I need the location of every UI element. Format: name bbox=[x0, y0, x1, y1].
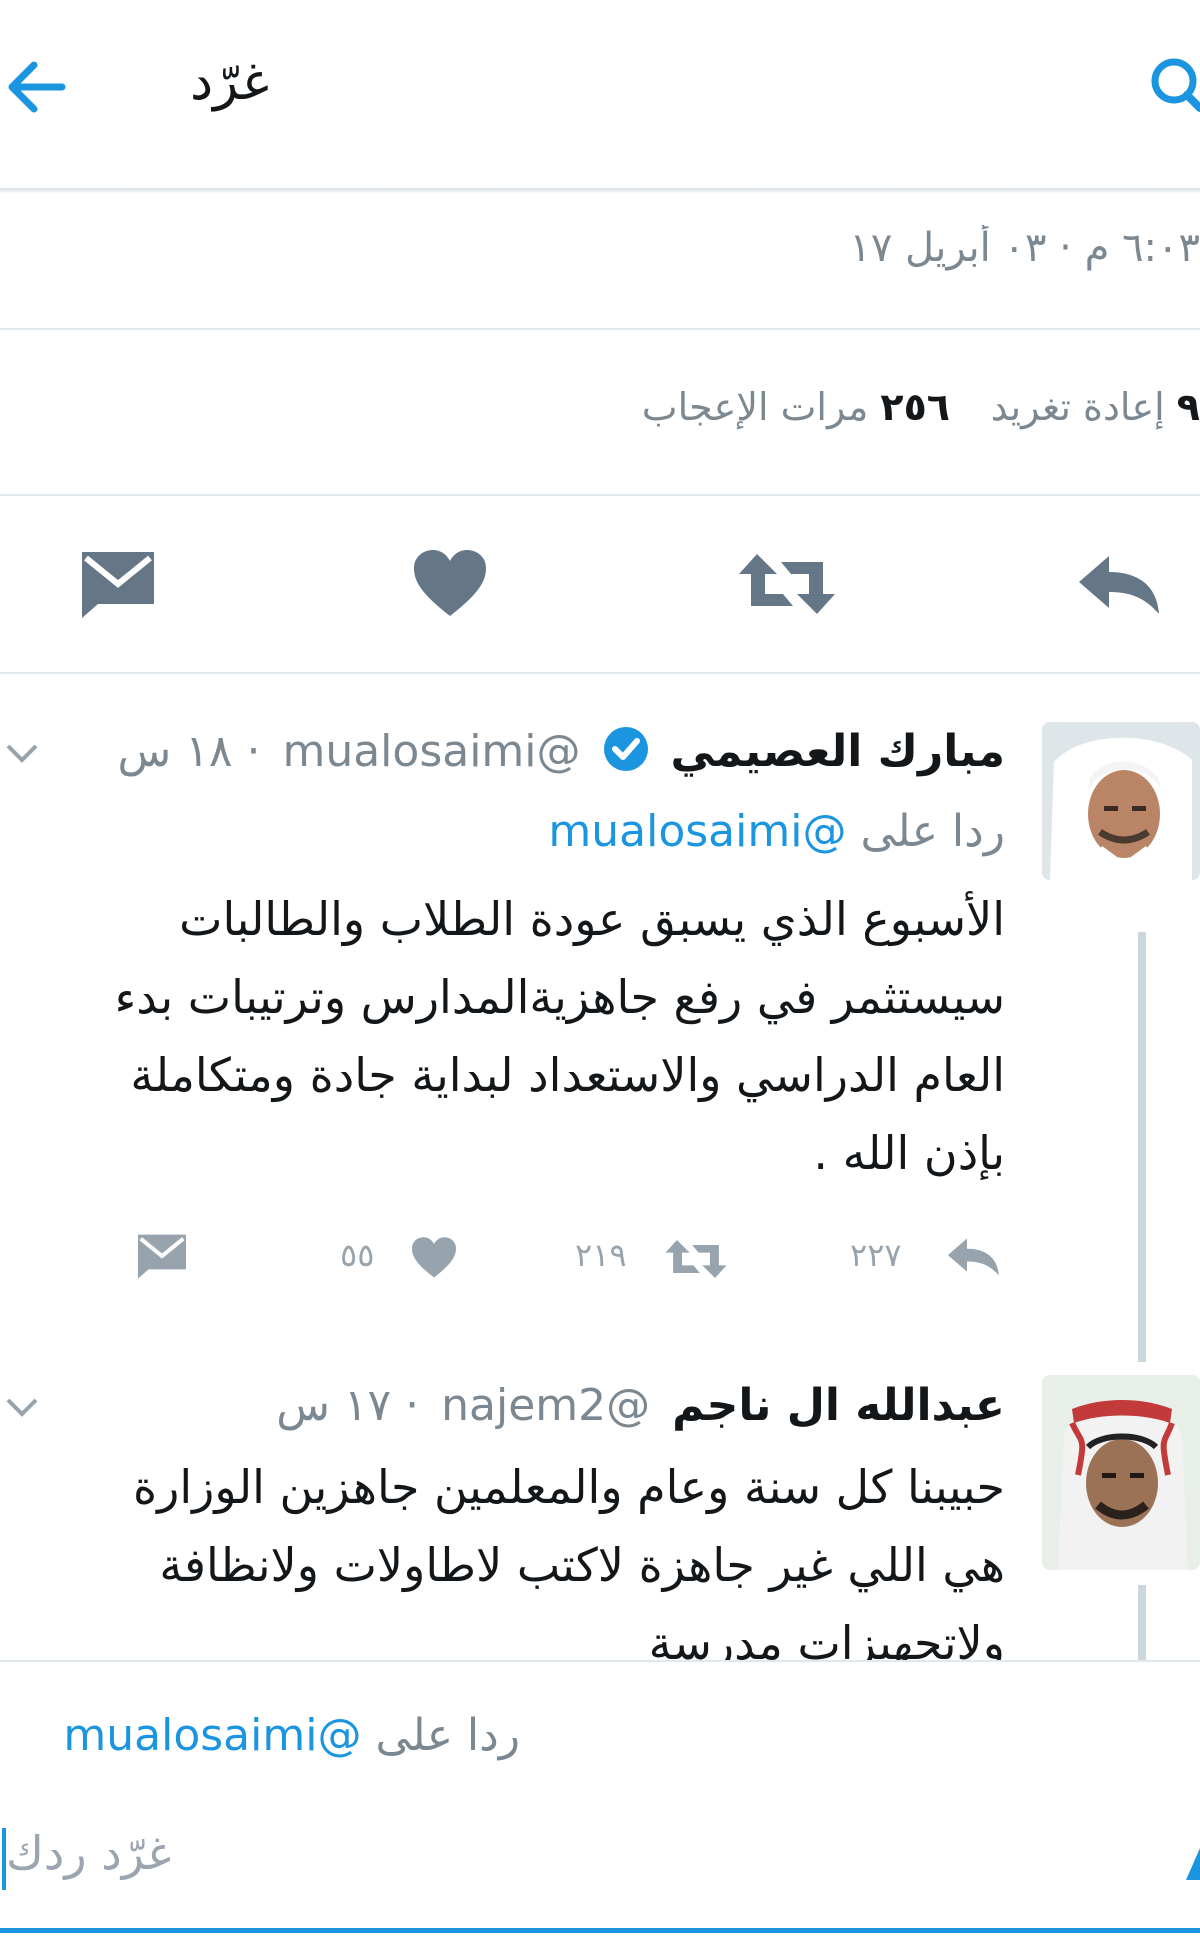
mail-action[interactable] bbox=[135, 1232, 195, 1282]
reply-action[interactable]: ٢٢٧ bbox=[850, 1232, 1010, 1282]
tweet-send-button[interactable] bbox=[1182, 1840, 1200, 1884]
reply-composer: ردا على @mualosaimi غرّد ردك bbox=[0, 1660, 1200, 1953]
retweets-label: إعادة تغريد bbox=[990, 385, 1165, 429]
reply-to-prefix: ردا على bbox=[860, 806, 1005, 857]
reply-to-handle[interactable]: @mualosaimi bbox=[63, 1710, 361, 1761]
retweets-count: ٩ bbox=[1176, 385, 1200, 429]
header-shadow bbox=[0, 188, 1200, 194]
avatar-person-image bbox=[1042, 722, 1200, 880]
retweet-button[interactable] bbox=[735, 548, 839, 620]
author-handle[interactable]: @najem2 bbox=[441, 1380, 650, 1431]
reply-button[interactable] bbox=[1075, 552, 1165, 618]
likes-stat[interactable]: ٢٥٦ مرات الإعجاب bbox=[630, 385, 950, 445]
retweet-icon bbox=[739, 554, 835, 614]
like-button[interactable] bbox=[412, 548, 488, 620]
more-options-button[interactable] bbox=[2, 1392, 42, 1422]
reply-time: · ١٨ س bbox=[117, 726, 261, 777]
arrow-left-icon bbox=[8, 61, 66, 113]
thread-line bbox=[1138, 1585, 1146, 1660]
chevron-down-icon bbox=[6, 744, 38, 763]
reply-header: مبارك العصيمي @mualosaimi · ١٨ س bbox=[118, 722, 1005, 782]
tweet-line: الأسبوع الذي يسبق عودة الطلاب والطالبات bbox=[179, 892, 1005, 946]
mail-icon bbox=[82, 552, 154, 618]
retweets-stat[interactable]: ٩ إعادة تغريد bbox=[960, 385, 1200, 445]
likes-label: مرات الإعجاب bbox=[641, 385, 869, 429]
reply-to-handle[interactable]: @mualosaimi bbox=[548, 806, 846, 857]
tweet-body: الأسبوع الذي يسبق عودة الطلاب والطالبات … bbox=[15, 880, 1005, 1192]
reply-icon bbox=[947, 1238, 999, 1276]
reply-to-prefix: ردا على bbox=[375, 1710, 520, 1761]
avatar[interactable] bbox=[1042, 1375, 1200, 1570]
tweet-body: حبيبنا كل سنة وعام والمعلمين جاهزين الوز… bbox=[40, 1448, 1005, 1660]
reply-to-line: ردا على @mualosaimi bbox=[300, 806, 1005, 866]
mail-button[interactable] bbox=[78, 548, 158, 620]
like-action[interactable]: ٥٥ bbox=[340, 1232, 470, 1282]
chevron-down-icon bbox=[6, 1398, 38, 1417]
divider bbox=[0, 328, 1200, 330]
avatar[interactable] bbox=[1042, 722, 1200, 880]
reply-icon bbox=[1079, 556, 1159, 614]
reply-placeholder: غرّد ردك bbox=[6, 1826, 172, 1880]
like-count: ٥٥ bbox=[340, 1236, 375, 1274]
top-bar: غرّد bbox=[0, 0, 1200, 190]
tweet-line: بإذن الله . bbox=[813, 1126, 1005, 1180]
verified-badge-icon bbox=[603, 727, 648, 771]
page-title: غرّد bbox=[190, 52, 270, 112]
heart-icon bbox=[412, 1237, 456, 1278]
retweet-icon bbox=[665, 1239, 727, 1279]
tweet-timestamp: ٦:٠٣ م · ٠٣ أبريل ١٧ bbox=[849, 225, 1200, 271]
heart-icon bbox=[414, 550, 486, 616]
divider bbox=[0, 494, 1200, 496]
search-icon bbox=[1151, 58, 1200, 112]
back-button[interactable] bbox=[0, 45, 80, 125]
send-icon bbox=[1186, 1848, 1200, 1880]
divider bbox=[0, 672, 1200, 674]
tweet-line: العام الدراسي والاستعداد لبداية جادة ومت… bbox=[130, 1048, 1005, 1102]
author-handle[interactable]: @mualosaimi bbox=[282, 726, 580, 777]
reply-header: عبدالله ال ناجم @najem2 · ١٧ س bbox=[276, 1376, 1005, 1436]
search-button[interactable] bbox=[1140, 50, 1200, 120]
tweet-line: هي اللي غير جاهزة لاكتب لاطاولات ولانظاف… bbox=[159, 1538, 1005, 1592]
author-name[interactable]: عبدالله ال ناجم bbox=[672, 1380, 1005, 1431]
divider bbox=[0, 1660, 1200, 1662]
retweet-action[interactable]: ٢١٩ bbox=[575, 1232, 735, 1282]
input-underline bbox=[0, 1928, 1200, 1933]
tweet-line: ولاتجهيزات مدرسة bbox=[648, 1616, 1005, 1660]
likes-count: ٢٥٦ bbox=[880, 385, 950, 429]
reply-count: ٢٢٧ bbox=[850, 1236, 902, 1274]
mail-icon bbox=[138, 1234, 186, 1279]
composer-reply-to: ردا على @mualosaimi bbox=[0, 1710, 520, 1770]
author-name[interactable]: مبارك العصيمي bbox=[671, 726, 1005, 777]
tweet-line: سيستثمر في رفع جاهزيةالمدارس وترتيبات بد… bbox=[114, 970, 1005, 1024]
thread-line bbox=[1138, 932, 1146, 1362]
tweet-line: حبيبنا كل سنة وعام والمعلمين جاهزين الوز… bbox=[133, 1460, 1005, 1514]
retweet-count: ٢١٩ bbox=[575, 1236, 627, 1274]
reply-input[interactable]: غرّد ردك bbox=[0, 1820, 1200, 1900]
more-options-button[interactable] bbox=[2, 738, 42, 768]
reply-time: · ١٧ س bbox=[276, 1380, 420, 1431]
avatar-person-image bbox=[1042, 1375, 1200, 1570]
